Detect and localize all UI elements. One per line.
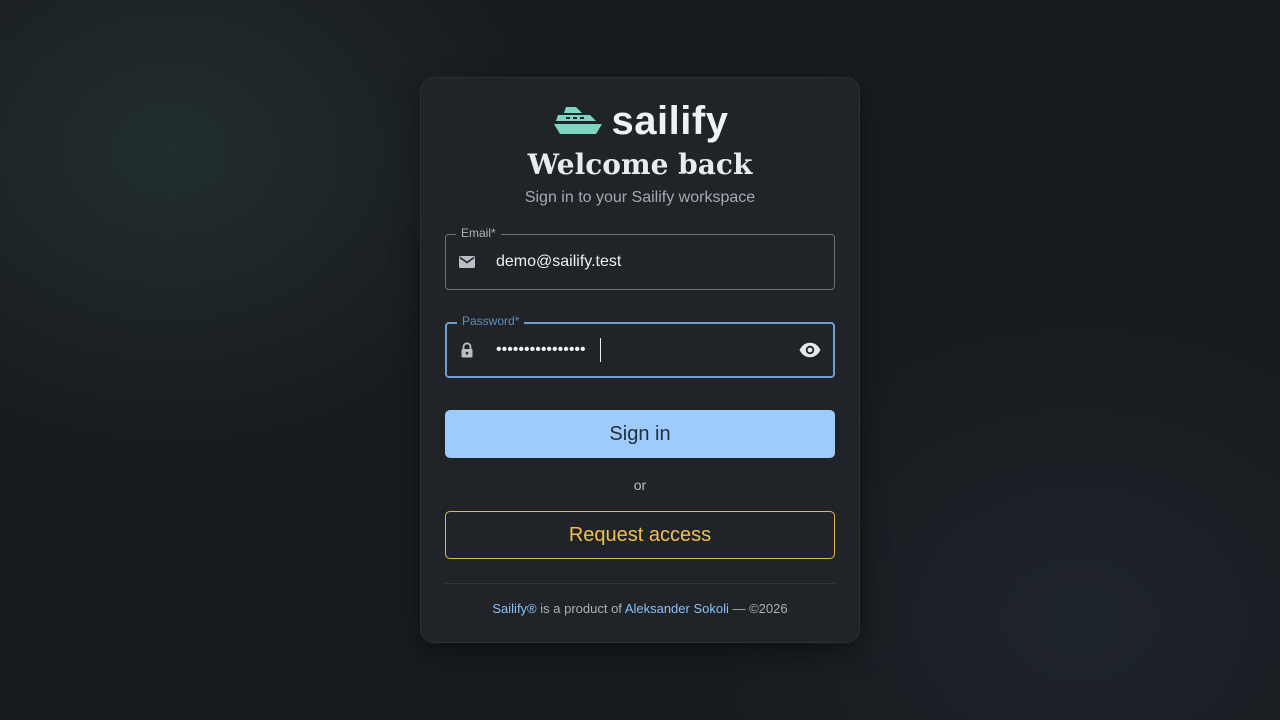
author-link[interactable]: Aleksander Sokoli bbox=[625, 601, 729, 616]
brand-logo: sailify bbox=[421, 98, 859, 144]
email-label: Email* bbox=[456, 226, 501, 240]
divider bbox=[445, 583, 835, 584]
eye-icon[interactable] bbox=[797, 337, 823, 363]
request-access-button[interactable]: Request access bbox=[445, 511, 835, 559]
password-field: Password* bbox=[445, 314, 835, 378]
sign-in-button[interactable]: Sign in bbox=[445, 410, 835, 458]
footer: Sailify® is a product of Aleksander Soko… bbox=[421, 601, 859, 616]
brand-name: sailify bbox=[611, 99, 729, 143]
mail-icon bbox=[458, 253, 476, 271]
email-field: Email* bbox=[445, 226, 835, 290]
email-input[interactable] bbox=[496, 235, 784, 289]
page-subtitle: Sign in to your Sailify workspace bbox=[524, 189, 756, 206]
copyright-text: — ©2026 bbox=[728, 601, 788, 616]
footer-text: is a product of bbox=[536, 601, 625, 616]
login-card: sailify Welcome back Sign in to your Sai… bbox=[420, 77, 860, 643]
page-title: Welcome back bbox=[527, 148, 753, 181]
ship-icon bbox=[552, 105, 604, 137]
text-caret bbox=[600, 338, 601, 362]
or-separator: or bbox=[633, 477, 647, 493]
lock-icon bbox=[458, 341, 476, 359]
password-input[interactable] bbox=[496, 324, 783, 376]
sailify-link[interactable]: Sailify® bbox=[492, 601, 536, 616]
